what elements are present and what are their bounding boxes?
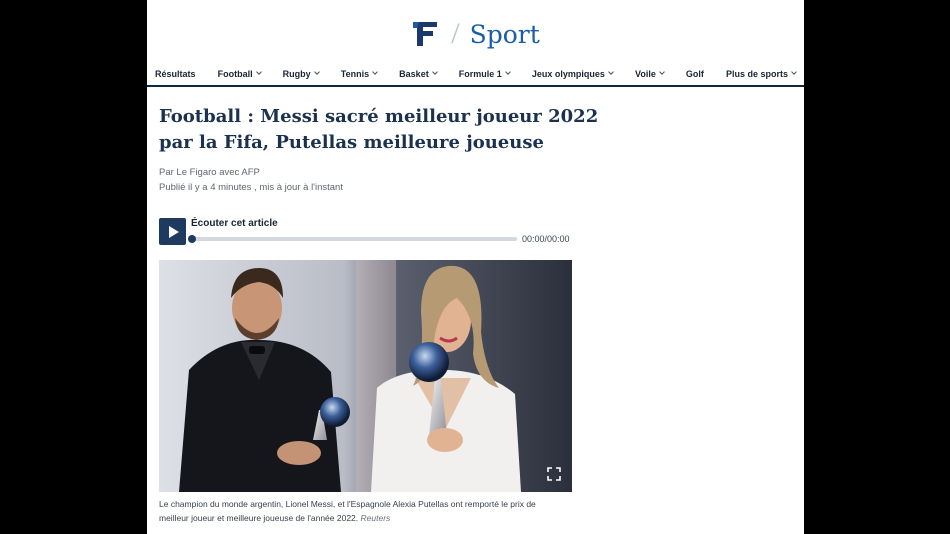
expand-icon[interactable] — [546, 466, 562, 482]
sports-navigation: Résultats Football Rugby Tennis Basket Formul… — [147, 62, 804, 87]
audio-player-label: Écouter cet article — [191, 218, 278, 229]
photo-credit: Reuters — [360, 513, 391, 523]
le-figaro-logo-icon[interactable] — [411, 19, 441, 49]
chevron-down-icon — [313, 69, 320, 75]
nav-item-label: Rugby — [282, 68, 311, 79]
nav-item-golf[interactable]: Golf — [686, 69, 704, 79]
section-title[interactable]: Sport — [470, 22, 540, 47]
nav-item-label: Voile — [634, 68, 656, 79]
nav-item-label: Basket — [399, 68, 429, 79]
audio-progress-bar[interactable] — [188, 235, 517, 243]
chevron-down-icon — [608, 69, 614, 75]
nav-item-voile[interactable]: Voile — [634, 68, 665, 79]
nav-item-formule-1[interactable]: Formule 1 — [458, 68, 511, 79]
article-page: / Sport Résultats Football Rugby Tennis Bask… — [147, 0, 804, 534]
chevron-down-icon — [658, 69, 665, 75]
chevron-down-icon — [255, 69, 262, 75]
play-icon — [169, 225, 179, 238]
nav-item-label: Tennis — [340, 68, 370, 79]
chevron-down-icon — [504, 69, 511, 75]
chevron-down-icon — [431, 69, 438, 75]
brand-separator: / — [451, 17, 460, 50]
article-published-date: Publié il y a 4 minutes , mis à jour à l… — [159, 182, 343, 193]
audio-progress-handle[interactable] — [188, 235, 196, 243]
nav-item-label: Plus de sports — [725, 68, 788, 79]
nav-item-label: Formule 1 — [458, 68, 502, 79]
caption-text: Le champion du monde argentin, Lionel Me… — [159, 499, 536, 523]
nav-item-plus-de-sports[interactable]: Plus de sports — [725, 68, 797, 79]
photo-caption: Le champion du monde argentin, Lionel Me… — [159, 497, 559, 525]
photo-illustration — [159, 260, 572, 492]
nav-item-rugby[interactable]: Rugby — [282, 68, 320, 79]
audio-time: 00:00/00:00 — [522, 234, 570, 244]
nav-item-label: Résultats — [155, 68, 196, 79]
article-photo[interactable] — [159, 260, 572, 492]
chevron-down-icon — [372, 69, 378, 75]
nav-item-tennis[interactable]: Tennis — [340, 68, 378, 79]
nav-item-label: Football — [217, 68, 253, 79]
play-button[interactable] — [159, 218, 186, 245]
nav-item-basket[interactable]: Basket — [399, 68, 438, 79]
article-byline: Par Le Figaro avec AFP — [159, 167, 260, 178]
nav-item-r-sultats[interactable]: Résultats — [155, 69, 196, 79]
nav-item-football[interactable]: Football — [217, 68, 262, 79]
nav-item-jeux-olympiques[interactable]: Jeux olympiques — [531, 68, 614, 79]
chevron-down-icon — [791, 69, 797, 75]
nav-item-label: Jeux olympiques — [531, 68, 605, 79]
article-title: Football : Messi sacré meilleur joueur 2… — [159, 106, 599, 153]
site-header: / Sport — [147, 16, 804, 52]
nav-item-label: Golf — [685, 68, 704, 79]
